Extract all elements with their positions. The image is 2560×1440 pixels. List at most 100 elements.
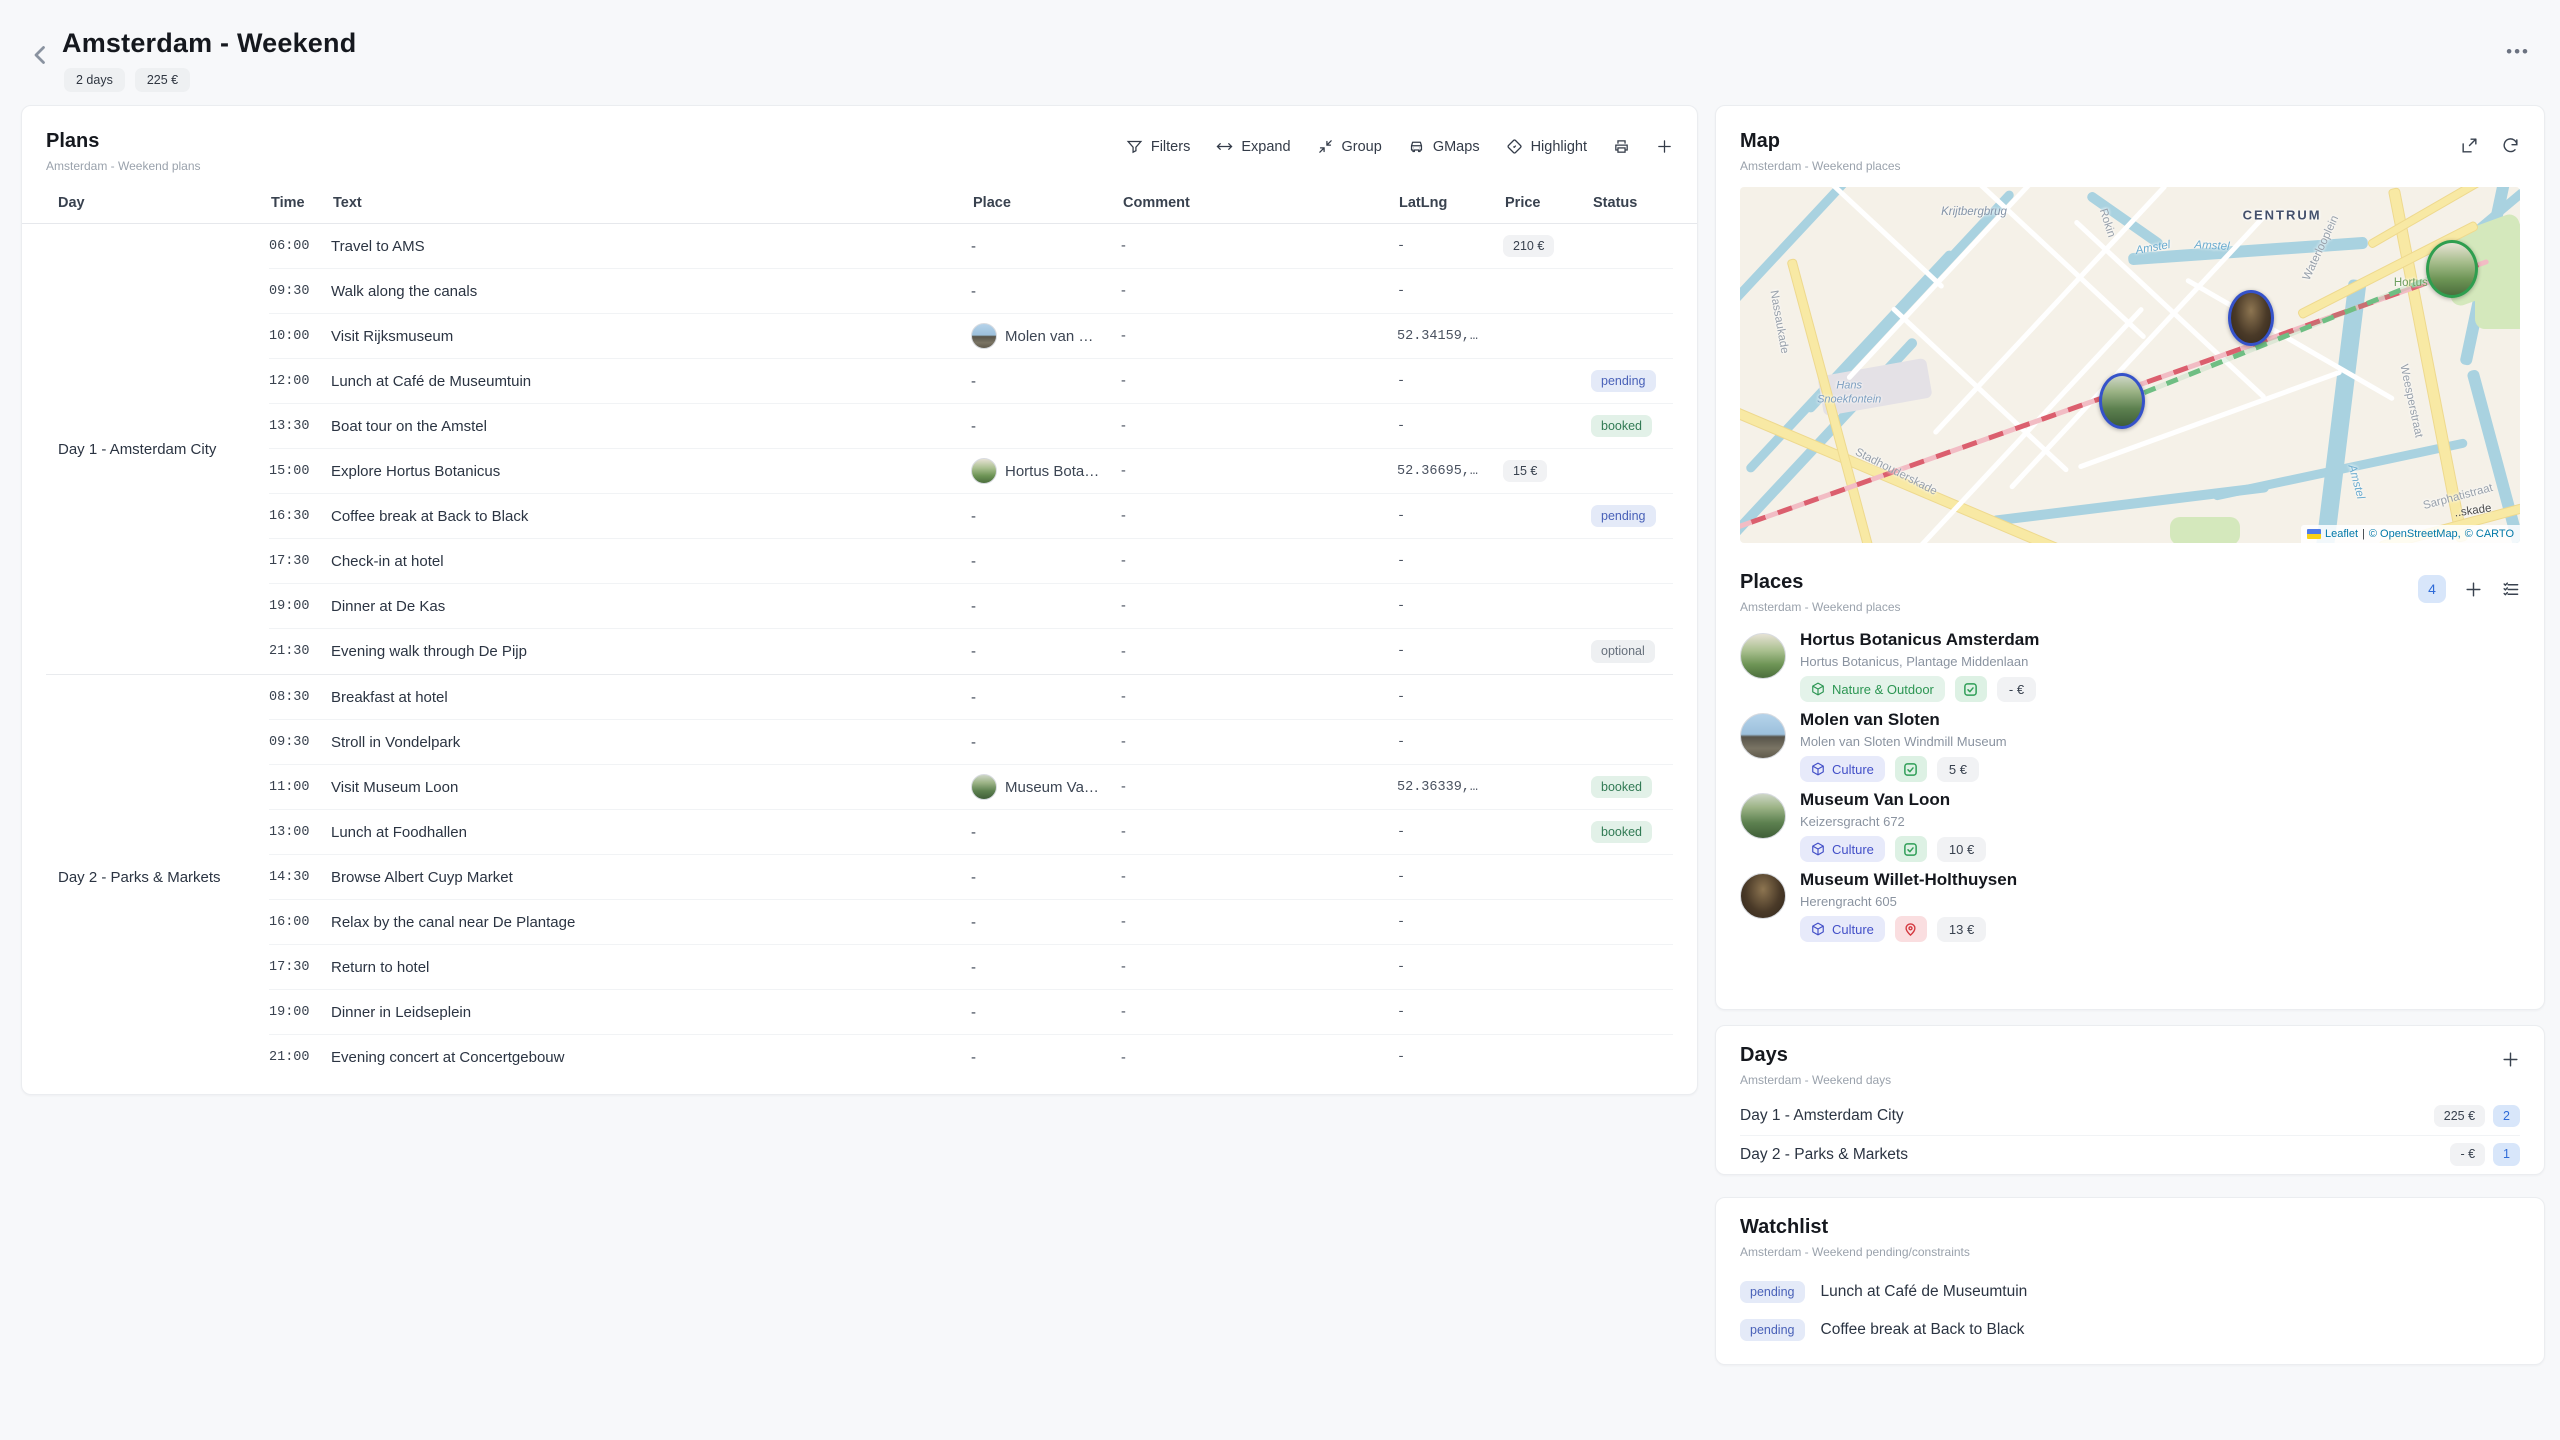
add-plan-button[interactable]: [1656, 138, 1673, 155]
add-day-button[interactable]: [2501, 1050, 2520, 1069]
plan-row[interactable]: 09:30 Walk along the canals - - -: [269, 269, 1673, 314]
plan-text: Relax by the canal near De Plantage: [331, 914, 971, 931]
add-place-button[interactable]: [2464, 580, 2483, 599]
place-price-chip: 13 €: [1937, 917, 1986, 942]
highlight-label: Highlight: [1531, 139, 1587, 155]
checkbox-icon: [1963, 682, 1978, 697]
leaflet-link[interactable]: Leaflet: [2325, 528, 2358, 540]
col-day: Day: [46, 195, 271, 211]
plan-latlng: -: [1397, 825, 1503, 840]
plan-price: 210 €: [1503, 235, 1591, 258]
plan-row[interactable]: 10:00 Visit Rijksmuseum Molen van … - 52…: [269, 314, 1673, 359]
map-marker-willet[interactable]: [2228, 290, 2274, 346]
watchlist-item[interactable]: pending Coffee break at Back to Black: [1740, 1311, 2520, 1349]
place-name: Museum Van Loon: [1800, 790, 1986, 810]
map-marker-vanloon[interactable]: [2099, 373, 2145, 429]
plan-latlng: -: [1397, 284, 1503, 299]
map-label-amstel-2: Amstel: [2194, 239, 2230, 253]
trip-price-badge: 225 €: [135, 68, 190, 92]
plan-row[interactable]: 11:00 Visit Museum Loon Museum Va… - 52.…: [269, 765, 1673, 810]
carto-link[interactable]: © CARTO: [2465, 528, 2514, 540]
plan-place: -: [971, 418, 1121, 435]
map-fullscreen-button[interactable]: [2460, 136, 2479, 155]
map-canvas[interactable]: Krijtbergbrug Rokin Amstel Amstel CENTRU…: [1740, 187, 2520, 543]
plan-row[interactable]: 13:30 Boat tour on the Amstel - - -: [269, 404, 1673, 449]
place-name: Museum Va…: [1005, 779, 1099, 796]
filters-button[interactable]: Filters: [1126, 138, 1190, 155]
place-name: -: [971, 508, 976, 525]
map-subtitle: Amsterdam - Weekend places: [1740, 159, 1901, 173]
place-address: Molen van Sloten Windmill Museum: [1800, 734, 2007, 749]
plan-latlng: -: [1397, 419, 1503, 434]
car-icon: [1408, 138, 1425, 155]
plan-row[interactable]: 17:30 Check-in at hotel - - -: [269, 539, 1673, 584]
plan-row[interactable]: 16:30 Coffee break at Back to Black - - …: [269, 494, 1673, 539]
col-comment: Comment: [1123, 195, 1399, 211]
filter-icon: [1126, 138, 1143, 155]
plan-text: Walk along the canals: [331, 283, 971, 300]
gmaps-button[interactable]: GMaps: [1408, 138, 1480, 155]
plans-title: Plans: [46, 130, 201, 153]
plan-status: pending: [1591, 505, 1673, 528]
place-item[interactable]: Museum Willet-Holthuysen Herengracht 605…: [1740, 870, 2520, 950]
plan-row[interactable]: 14:30 Browse Albert Cuyp Market - - -: [269, 855, 1673, 900]
expand-button[interactable]: Expand: [1216, 138, 1290, 155]
print-button[interactable]: [1613, 138, 1630, 155]
day-row[interactable]: Day 1 - Amsterdam City 225 € 2: [1740, 1097, 2520, 1135]
places-title: Places: [1740, 571, 1901, 594]
plan-row[interactable]: 17:30 Return to hotel - - -: [269, 945, 1673, 990]
plan-place: Museum Va…: [971, 774, 1121, 800]
watchlist-item[interactable]: pending Lunch at Café de Museumtuin: [1740, 1273, 2520, 1311]
map-marker-hortus[interactable]: [2426, 240, 2478, 298]
fullscreen-icon: [2460, 136, 2479, 155]
plan-place: -: [971, 689, 1121, 706]
map-label-krijtbergbrug: Krijtbergbrug: [1941, 206, 2007, 218]
places-list-view-button[interactable]: [2501, 580, 2520, 599]
plan-row[interactable]: 08:30 Breakfast at hotel - - -: [269, 675, 1673, 720]
plan-row[interactable]: 16:00 Relax by the canal near De Plantag…: [269, 900, 1673, 945]
plan-row[interactable]: 15:00 Explore Hortus Botanicus Hortus Bo…: [269, 449, 1673, 494]
pin-icon: [1903, 922, 1918, 937]
group-button[interactable]: Group: [1317, 138, 1382, 155]
cube-icon: [1811, 682, 1825, 696]
trip-badges: 2 days 225 €: [64, 68, 356, 92]
status-badge: pending: [1591, 505, 1656, 528]
plan-row[interactable]: 12:00 Lunch at Café de Museumtuin - - -: [269, 359, 1673, 404]
map-park: [2170, 517, 2240, 543]
place-item[interactable]: Hortus Botanicus Amsterdam Hortus Botani…: [1740, 630, 2520, 710]
day-group: Day 1 - Amsterdam City 06:00 Travel to A…: [46, 224, 1673, 674]
days-subtitle: Amsterdam - Weekend days: [1740, 1073, 1891, 1087]
places-subtitle: Amsterdam - Weekend places: [1740, 600, 1901, 614]
plan-comment: -: [1121, 734, 1397, 750]
plan-row[interactable]: 09:30 Stroll in Vondelpark - - -: [269, 720, 1673, 765]
osm-link[interactable]: © OpenStreetMap,: [2369, 528, 2461, 540]
category-label: Nature & Outdoor: [1832, 683, 1934, 696]
cube-icon: [1811, 842, 1825, 856]
plans-toolbar: Filters Expand Group GMaps Highlight: [1126, 138, 1673, 155]
place-name: -: [971, 1004, 976, 1021]
highlight-button[interactable]: Highlight: [1506, 138, 1587, 155]
plan-row[interactable]: 13:00 Lunch at Foodhallen - - -: [269, 810, 1673, 855]
plan-time: 15:00: [269, 464, 331, 479]
checkbox-icon: [1903, 762, 1918, 777]
plan-row[interactable]: 21:30 Evening walk through De Pijp - - -: [269, 629, 1673, 674]
col-status: Status: [1593, 195, 1675, 211]
plan-row[interactable]: 06:00 Travel to AMS - - - 210 €: [269, 224, 1673, 269]
more-menu-button[interactable]: •••: [2506, 42, 2530, 62]
plan-row[interactable]: 19:00 Dinner in Leidseplein - - -: [269, 990, 1673, 1035]
map-label-hortus: Hortus: [2394, 277, 2428, 289]
place-item[interactable]: Museum Van Loon Keizersgracht 672 Cultur…: [1740, 790, 2520, 870]
day-row[interactable]: Day 2 - Parks & Markets - € 1: [1740, 1135, 2520, 1173]
plan-row[interactable]: 21:00 Evening concert at Concertgebouw -…: [269, 1035, 1673, 1080]
map-refresh-button[interactable]: [2501, 136, 2520, 155]
place-item[interactable]: Molen van Sloten Molen van Sloten Windmi…: [1740, 710, 2520, 790]
plan-latlng: -: [1397, 644, 1503, 659]
watchlist-status-badge: pending: [1740, 1281, 1805, 1304]
plan-text: Lunch at Foodhallen: [331, 824, 971, 841]
back-button[interactable]: [26, 40, 56, 70]
plan-place: -: [971, 643, 1121, 660]
place-name: -: [971, 734, 976, 751]
day-label: Day 2 - Parks & Markets: [1740, 1146, 1908, 1164]
plan-row[interactable]: 19:00 Dinner at De Kas - - -: [269, 584, 1673, 629]
place-name: -: [971, 869, 976, 886]
